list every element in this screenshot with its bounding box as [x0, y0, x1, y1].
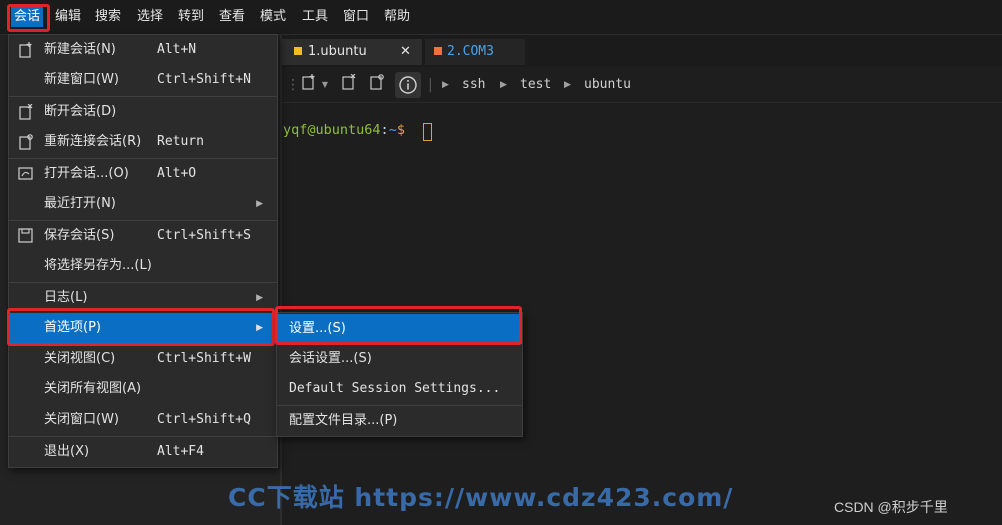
- open-session-icon: [18, 166, 33, 181]
- toolbar-grip-icon: ⋮: [286, 77, 300, 93]
- breadcrumb-ssh[interactable]: ssh: [462, 74, 485, 96]
- shell-prompt: yqf@ubuntu64:~$: [283, 122, 405, 138]
- menu-item-new-session[interactable]: 新建会话(N) Alt+N: [9, 35, 277, 65]
- session-menu: 新建会话(N) Alt+N 新建窗口(W) Ctrl+Shift+N 断开会话(…: [8, 34, 278, 468]
- menu-item-label: 保存会话(S): [44, 228, 115, 243]
- menu-bar: 会话 编辑 搜索 选择 转到 查看 模式 工具 窗口 帮助: [0, 0, 1002, 35]
- menu-item-label: 配置文件目录...(P): [289, 413, 398, 428]
- watermark-site: CC下载站 https://www.cdz423.com/: [228, 483, 734, 512]
- prompt-symbol: $: [396, 122, 405, 138]
- menu-item-label: 设置...(S): [289, 321, 346, 336]
- menu-item-shortcut: Ctrl+Shift+S: [157, 228, 251, 243]
- submenu-arrow-icon: ▶: [256, 323, 263, 333]
- menu-item-label: 会话设置...(S): [289, 351, 372, 366]
- preferences-submenu: 设置...(S) 会话设置...(S) Default Session Sett…: [276, 312, 523, 437]
- menu-item-label: 退出(X): [44, 444, 90, 459]
- menu-help[interactable]: 帮助: [381, 7, 413, 27]
- menu-tools[interactable]: 工具: [299, 7, 331, 27]
- submenu-arrow-icon: ▶: [256, 293, 263, 303]
- submenu-item-default-session-settings[interactable]: Default Session Settings...: [277, 374, 522, 404]
- menu-item-new-window[interactable]: 新建窗口(W) Ctrl+Shift+N: [9, 65, 277, 95]
- menu-view[interactable]: 查看: [216, 7, 248, 27]
- menu-item-shortcut: Alt+F4: [157, 444, 204, 459]
- menu-item-reconnect[interactable]: 重新连接会话(R) Return: [9, 127, 277, 157]
- menu-item-shortcut: Return: [157, 134, 204, 149]
- menu-item-label: 关闭视图(C): [44, 351, 116, 366]
- watermark-author: CSDN @积步千里: [834, 499, 948, 515]
- menu-item-label: 最近打开(N): [44, 196, 116, 211]
- breadcrumb-ubuntu[interactable]: ubuntu: [584, 74, 631, 96]
- menu-item-label: 重新连接会话(R): [44, 134, 142, 149]
- submenu-item-session-settings[interactable]: 会话设置...(S): [277, 344, 522, 374]
- menu-item-save-selection[interactable]: 将选择另存为...(L): [9, 251, 277, 281]
- menu-item-close-all-views[interactable]: 关闭所有视图(A): [9, 374, 277, 404]
- breadcrumb-arrow-icon: ▶: [442, 80, 449, 90]
- menu-goto[interactable]: 转到: [175, 7, 207, 27]
- menu-window[interactable]: 窗口: [340, 7, 372, 27]
- menu-item-preferences[interactable]: 首选项(P) ▶: [9, 313, 277, 343]
- menu-item-open-session[interactable]: 打开会话...(O) Alt+O: [9, 159, 277, 189]
- menu-item-label: 关闭所有视图(A): [44, 381, 142, 396]
- toolbar-separator: |: [428, 77, 433, 93]
- menu-item-close-window[interactable]: 关闭窗口(W) Ctrl+Shift+Q: [9, 405, 277, 435]
- menu-item-shortcut: Ctrl+Shift+Q: [157, 412, 251, 427]
- menu-item-close-view[interactable]: 关闭视图(C) Ctrl+Shift+W: [9, 344, 277, 374]
- tab-label: 1.ubuntu: [308, 44, 367, 59]
- reconnect-icon[interactable]: [368, 74, 386, 96]
- new-session-icon[interactable]: [300, 74, 318, 96]
- tab-color-marker: [434, 47, 442, 55]
- menu-item-label: 断开会话(D): [44, 104, 117, 119]
- breadcrumb-test[interactable]: test: [520, 74, 551, 96]
- tab-close-icon[interactable]: ✕: [400, 39, 411, 65]
- menu-edit[interactable]: 编辑: [52, 7, 84, 27]
- menu-item-label: Default Session Settings...: [289, 381, 501, 396]
- submenu-item-settings[interactable]: 设置...(S): [277, 314, 522, 344]
- menu-item-exit[interactable]: 退出(X) Alt+F4: [9, 437, 277, 467]
- prompt-colon: :: [380, 122, 389, 138]
- menu-mode[interactable]: 模式: [257, 7, 289, 27]
- menu-item-label: 新建会话(N): [44, 42, 116, 57]
- save-icon: [18, 228, 33, 243]
- submenu-item-config-directory[interactable]: 配置文件目录...(P): [277, 406, 522, 436]
- prompt-user-host: yqf@ubuntu64: [283, 122, 381, 138]
- menu-item-save-session[interactable]: 保存会话(S) Ctrl+Shift+S: [9, 221, 277, 251]
- disconnect-icon: [18, 103, 33, 120]
- submenu-arrow-icon: ▶: [256, 199, 263, 209]
- menu-item-label: 新建窗口(W): [44, 72, 119, 87]
- menu-item-label: 关闭窗口(W): [44, 412, 119, 427]
- info-icon[interactable]: [395, 72, 421, 98]
- menu-item-disconnect[interactable]: 断开会话(D): [9, 97, 277, 127]
- session-toolbar: ⋮ ▼ | ▶ ssh ▶ test ▶ ubuntu: [282, 68, 1002, 103]
- terminal-cursor: [423, 123, 432, 141]
- reconnect-icon: [18, 134, 33, 150]
- tab-color-marker: [294, 47, 302, 55]
- new-session-icon: [18, 42, 33, 58]
- menu-item-label: 将选择另存为...(L): [44, 258, 152, 273]
- menu-select[interactable]: 选择: [134, 7, 166, 27]
- menu-item-recent[interactable]: 最近打开(N) ▶: [9, 189, 277, 219]
- breadcrumb-arrow-icon: ▶: [500, 80, 507, 90]
- tab-label: 2.COM3: [447, 44, 494, 59]
- menu-item-label: 日志(L): [44, 290, 88, 305]
- menu-search[interactable]: 搜索: [92, 7, 124, 27]
- menu-session[interactable]: 会话: [11, 7, 44, 27]
- prompt-path: ~: [388, 122, 397, 138]
- menu-item-log[interactable]: 日志(L) ▶: [9, 283, 277, 313]
- menu-item-label: 首选项(P): [44, 320, 101, 335]
- disconnect-icon[interactable]: [340, 73, 358, 96]
- breadcrumb-arrow-icon: ▶: [564, 80, 571, 90]
- menu-item-shortcut: Ctrl+Shift+N: [157, 72, 251, 87]
- dropdown-arrow-icon[interactable]: ▼: [320, 74, 330, 96]
- tab-ubuntu[interactable]: 1.ubuntu ✕: [282, 39, 422, 65]
- tab-com3[interactable]: 2.COM3: [425, 39, 525, 65]
- menu-item-shortcut: Ctrl+Shift+W: [157, 351, 251, 366]
- menu-item-shortcut: Alt+O: [157, 166, 197, 181]
- menu-item-shortcut: Alt+N: [157, 42, 197, 57]
- tab-bar: 1.ubuntu ✕ 2.COM3: [282, 35, 1002, 67]
- menu-item-label: 打开会话...(O): [44, 166, 129, 181]
